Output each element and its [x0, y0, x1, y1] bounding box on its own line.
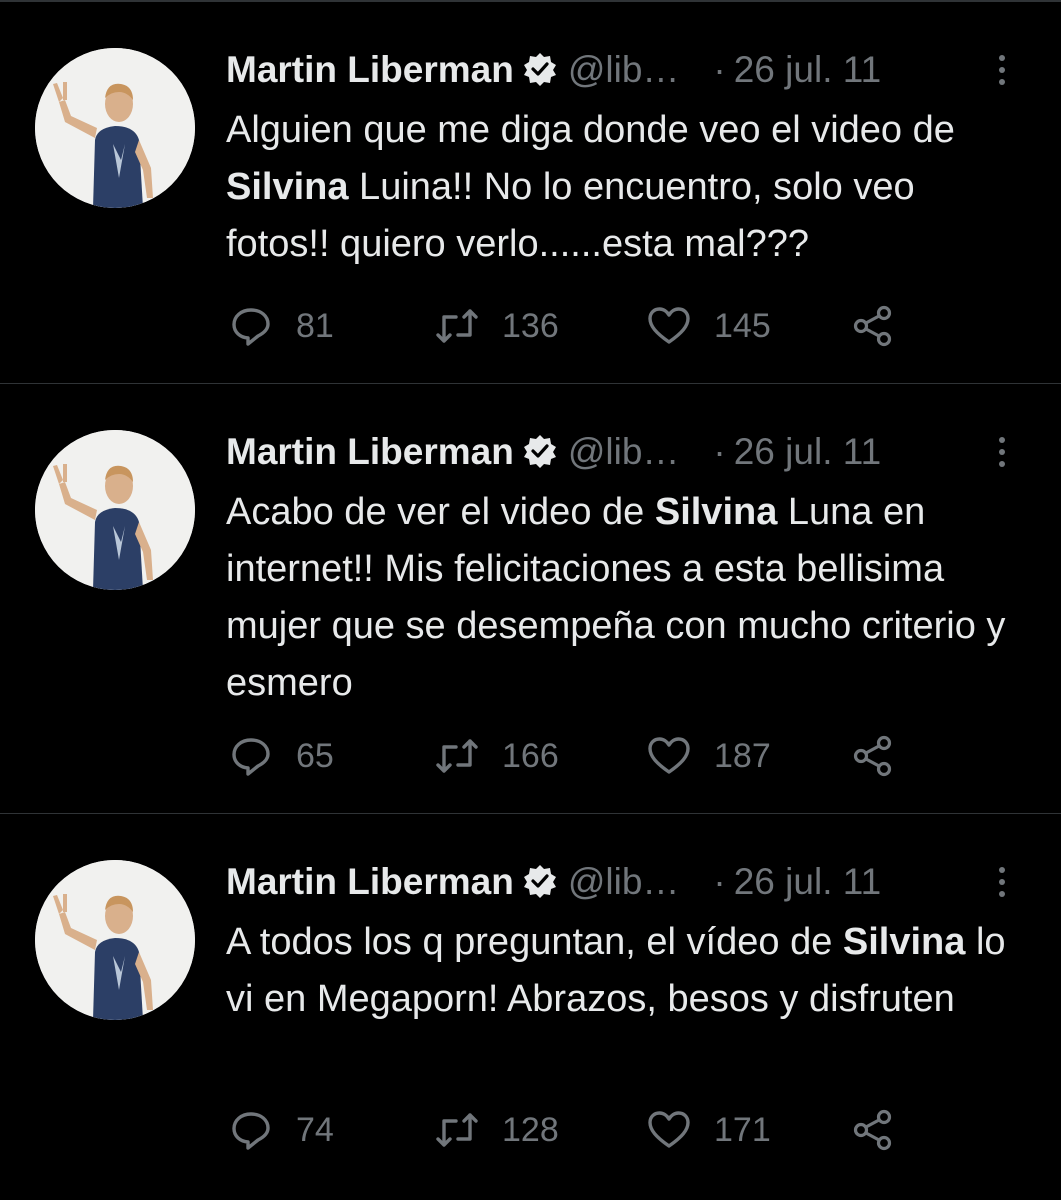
author-handle[interactable]: @lib… — [568, 861, 680, 902]
tweet-text-bold: Silvina — [226, 166, 349, 208]
avatar-image — [35, 430, 195, 590]
tweet-text: A todos los q preguntan, el vídeo de Sil… — [226, 914, 1026, 1028]
reply-count: 74 — [296, 1110, 334, 1149]
verified-badge-icon — [522, 51, 558, 87]
retweet-button[interactable]: 128 — [434, 1105, 559, 1155]
reply-icon — [232, 1112, 270, 1150]
avatar-image — [35, 48, 195, 208]
tweet-date[interactable]: 26 jul. 11 — [734, 431, 881, 472]
like-button[interactable]: 187 — [646, 731, 771, 781]
author-handle[interactable]: @lib… — [568, 431, 680, 472]
tweet-text-part: A todos los q preguntan, el vídeo de — [226, 921, 843, 963]
heart-icon — [648, 307, 690, 344]
tweet-actions: 81 136 145 — [228, 301, 948, 351]
tweet-text-bold: Silvina — [654, 491, 778, 533]
tweet-date[interactable]: 26 jul. 11 — [734, 861, 881, 902]
tweet-text-part: Alguien que me diga donde veo el video d… — [226, 109, 955, 151]
like-button[interactable]: 171 — [646, 1105, 771, 1155]
share-icon — [853, 1109, 892, 1151]
retweet-button[interactable]: 166 — [434, 731, 559, 781]
heart-icon — [648, 737, 690, 774]
author-name[interactable]: Martin Liberman — [226, 861, 514, 902]
share-button[interactable] — [850, 1105, 918, 1155]
tweet[interactable]: Martin Liberman @lib… · 26 jul. 11 A todos … — [0, 814, 1061, 1200]
share-button[interactable] — [850, 301, 918, 351]
separator-dot: · — [713, 49, 726, 90]
retweet-button[interactable]: 136 — [434, 301, 559, 351]
tweet-text-bold: Silvina — [842, 921, 966, 963]
reply-button[interactable]: 74 — [228, 1105, 334, 1155]
tweet[interactable]: Martin Liberman @lib… · 26 jul. 11 Acabo de… — [0, 384, 1061, 814]
retweet-icon — [436, 739, 478, 773]
reply-button[interactable]: 81 — [228, 301, 334, 351]
like-count: 187 — [714, 736, 771, 775]
more-dots-icon[interactable] — [992, 51, 1012, 91]
more-dots-icon[interactable] — [992, 433, 1012, 473]
separator-dot: · — [713, 861, 726, 902]
retweet-icon — [436, 1113, 478, 1147]
reply-button[interactable]: 65 — [228, 731, 334, 781]
tweet-actions: 65 166 187 — [228, 731, 948, 781]
heart-icon — [648, 1111, 690, 1148]
avatar[interactable] — [35, 48, 195, 208]
retweet-count: 128 — [502, 1110, 559, 1149]
avatar[interactable] — [35, 430, 195, 590]
avatar[interactable] — [35, 860, 195, 1020]
avatar-image — [35, 860, 195, 1020]
retweet-count: 166 — [502, 736, 559, 775]
tweet-header: Martin Liberman @lib… · 26 jul. 11 — [226, 430, 1026, 474]
like-count: 145 — [714, 306, 771, 345]
like-count: 171 — [714, 1110, 771, 1149]
verified-badge-icon — [522, 433, 558, 469]
author-name[interactable]: Martin Liberman — [226, 431, 514, 472]
retweet-count: 136 — [502, 306, 559, 345]
author-name[interactable]: Martin Liberman — [226, 49, 514, 90]
retweet-icon — [436, 309, 478, 343]
reply-icon — [232, 308, 270, 346]
reply-count: 65 — [296, 736, 334, 775]
reply-count: 81 — [296, 306, 334, 345]
tweet-actions: 74 128 171 — [228, 1105, 948, 1155]
like-button[interactable]: 145 — [646, 301, 771, 351]
tweet-date[interactable]: 26 jul. 11 — [734, 49, 881, 90]
tweet-header: Martin Liberman @lib… · 26 jul. 11 — [226, 860, 1026, 904]
tweet-header: Martin Liberman @lib… · 26 jul. 11 — [226, 48, 1026, 92]
tweet-text: Alguien que me diga donde veo el video d… — [226, 102, 1026, 273]
tweet-text-part: Acabo de ver el video de — [226, 491, 655, 533]
share-icon — [853, 735, 892, 777]
separator-dot: · — [713, 431, 726, 472]
share-icon — [853, 305, 892, 347]
author-handle[interactable]: @lib… — [568, 49, 680, 90]
share-button[interactable] — [850, 731, 918, 781]
reply-icon — [232, 738, 270, 776]
verified-badge-icon — [522, 863, 558, 899]
tweet[interactable]: Martin Liberman @lib… · 26 jul. 11 Alguien … — [0, 2, 1061, 384]
more-dots-icon[interactable] — [992, 863, 1012, 903]
tweet-text: Acabo de ver el video de Silvina Luna en… — [226, 484, 1026, 712]
